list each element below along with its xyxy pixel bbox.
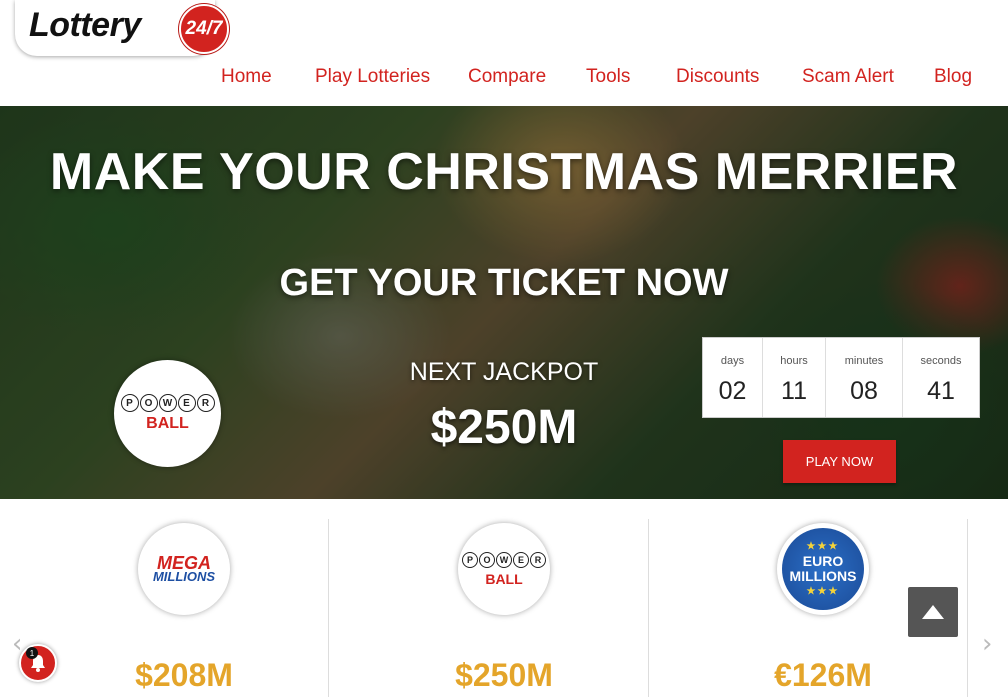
euromillions-badge: ★★★ EURO MILLIONS ★★★ bbox=[782, 528, 864, 610]
countdown-minutes-value: 08 bbox=[850, 377, 878, 405]
powerball-card-letter: O bbox=[479, 551, 495, 568]
chevron-right-icon[interactable]: › bbox=[982, 629, 992, 659]
hero-banner: MAKE YOUR CHRISTMAS MERRIER GET YOUR TIC… bbox=[0, 106, 1008, 499]
play-now-button[interactable]: PLAY NOW bbox=[783, 440, 896, 483]
mega-millions-sub: MILLIONS bbox=[152, 569, 216, 584]
countdown-seconds: seconds 41 bbox=[903, 338, 979, 417]
euromillions-sub: MILLIONS bbox=[789, 568, 857, 584]
powerball-ball-text: BALL bbox=[146, 415, 189, 432]
card-divider bbox=[328, 519, 329, 697]
next-jackpot-label: NEXT JACKPOT bbox=[409, 358, 599, 386]
mega-millions-amount: $208M bbox=[135, 657, 233, 693]
card-mega-millions[interactable]: MEGA MILLIONS $208M bbox=[84, 519, 284, 697]
nav-tools[interactable]: Tools bbox=[586, 66, 630, 88]
nav-compare[interactable]: Compare bbox=[468, 66, 546, 88]
main-nav: Home Play Lotteries Compare Tools Discou… bbox=[0, 66, 1008, 96]
countdown-hours: hours 11 bbox=[763, 338, 826, 417]
countdown-minutes: minutes 08 bbox=[826, 338, 903, 417]
countdown-days-value: 02 bbox=[718, 377, 747, 405]
countdown-seconds-label: seconds bbox=[920, 355, 962, 367]
powerball-letter: O bbox=[139, 394, 158, 412]
notification-count-badge: 1 bbox=[26, 647, 38, 659]
powerball-letter: R bbox=[196, 394, 215, 412]
hero-title: MAKE YOUR CHRISTMAS MERRIER bbox=[49, 143, 959, 201]
powerball-letter: E bbox=[177, 394, 196, 412]
powerball-card-letter: R bbox=[530, 551, 546, 568]
powerball-card-ball-text: BALL bbox=[485, 570, 523, 587]
powerball-card-letters: P O W E R bbox=[462, 551, 546, 568]
jackpot-amount: $250M bbox=[430, 401, 578, 454]
nav-home[interactable]: Home bbox=[221, 66, 272, 88]
powerball-logo: P O W E R BALL bbox=[114, 360, 221, 467]
countdown-hours-label: hours bbox=[780, 355, 808, 367]
countdown-minutes-label: minutes bbox=[844, 355, 884, 367]
countdown-days-label: days bbox=[720, 355, 745, 367]
euromillions-title: EURO bbox=[802, 553, 844, 569]
countdown-seconds-value: 41 bbox=[927, 377, 955, 405]
nav-play-lotteries[interactable]: Play Lotteries bbox=[315, 66, 430, 88]
nav-discounts[interactable]: Discounts bbox=[676, 66, 759, 88]
star-icon: ★★★ bbox=[806, 586, 840, 597]
countdown-days: days 02 bbox=[703, 338, 763, 417]
card-powerball[interactable]: P O W E R BALL $250M bbox=[404, 519, 604, 697]
countdown-hours-value: 11 bbox=[781, 377, 807, 405]
mega-millions-logo: MEGA MILLIONS bbox=[138, 523, 230, 615]
powerball-letters: P O W E R bbox=[120, 394, 215, 412]
nav-scam-alert[interactable]: Scam Alert bbox=[802, 66, 894, 88]
logo-badge: 24/7 bbox=[179, 4, 229, 54]
powerball-letter: P bbox=[120, 394, 139, 412]
euromillions-amount: €126M bbox=[774, 657, 872, 693]
star-icon: ★★★ bbox=[806, 541, 840, 552]
nav-blog[interactable]: Blog bbox=[934, 66, 972, 88]
powerball-card-letter: W bbox=[496, 551, 512, 568]
countdown-timer: days 02 hours 11 minutes 08 seconds 41 bbox=[702, 337, 980, 418]
powerball-card-letter: P bbox=[462, 551, 478, 568]
powerball-card-logo: P O W E R BALL bbox=[458, 523, 550, 615]
notification-bell-button[interactable] bbox=[19, 644, 57, 682]
card-divider bbox=[648, 519, 649, 697]
powerball-letter: W bbox=[158, 394, 177, 412]
hero-subtitle: GET YOUR TICKET NOW bbox=[279, 262, 729, 304]
powerball-card-letter: E bbox=[513, 551, 529, 568]
card-divider bbox=[967, 519, 968, 697]
site-header: Lottery 24/7 Home Play Lotteries Compare… bbox=[0, 0, 1008, 106]
site-logo[interactable]: Lottery 24/7 bbox=[15, 0, 229, 56]
scroll-to-top-button[interactable] bbox=[908, 587, 958, 637]
card-euromillions[interactable]: ★★★ EURO MILLIONS ★★★ €126M bbox=[723, 519, 923, 697]
lottery-cards: ‹ MEGA MILLIONS $208M P O W E R BALL $25… bbox=[0, 499, 1008, 697]
powerball-amount: $250M bbox=[455, 657, 553, 693]
chevron-up-icon bbox=[922, 605, 944, 619]
euromillions-logo: ★★★ EURO MILLIONS ★★★ bbox=[777, 523, 869, 615]
logo-text: Lottery bbox=[29, 6, 141, 44]
